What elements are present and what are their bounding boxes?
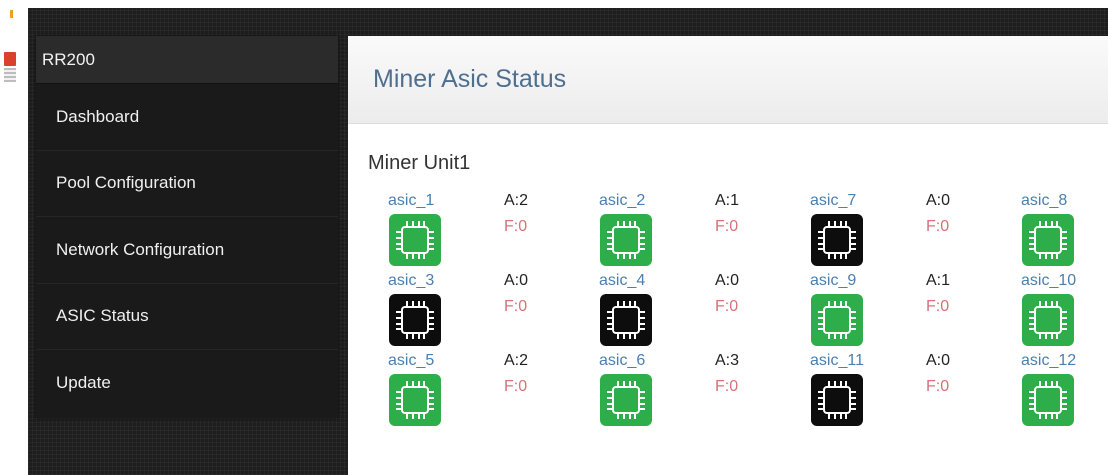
asic-failed-count: F:0 — [715, 218, 739, 235]
chip-icon-svg — [396, 221, 434, 259]
asic-failed-count: F:0 — [715, 378, 739, 395]
browser-extension-icon — [4, 52, 16, 84]
page-title: Miner Asic Status — [348, 36, 1108, 124]
asic-failed-count: F:0 — [504, 298, 528, 315]
chip-icon[interactable] — [389, 294, 441, 346]
asic-failed-count: F:0 — [926, 298, 950, 315]
asic-cell: asic_9 A:1 F:0 — [810, 272, 950, 350]
asic-name-link[interactable]: asic_6 — [599, 352, 645, 370]
asic-name-link[interactable]: asic_4 — [599, 272, 645, 290]
sidebar-item-label: Network Configuration — [56, 239, 225, 259]
chip-icon[interactable] — [811, 374, 863, 426]
asic-accepted-count: A:3 — [715, 352, 740, 369]
sidebar-item-pool-configuration[interactable]: Pool Configuration — [36, 151, 338, 217]
main-panel: Miner Asic Status Miner Unit1 asic_1 A:2 F… — [348, 36, 1108, 475]
gutter-marker-icon — [10, 10, 13, 18]
sidebar-item-update[interactable]: Update — [36, 350, 338, 417]
chip-icon[interactable] — [1022, 294, 1074, 346]
left-gutter — [0, 8, 28, 475]
asic-failed-count: F:0 — [926, 218, 950, 235]
sidebar-item-dashboard[interactable]: Dashboard — [36, 84, 338, 151]
chip-icon-svg — [607, 381, 645, 419]
chip-icon[interactable] — [600, 294, 652, 346]
asic-cell: asic_3 A:0 F:0 — [388, 272, 528, 350]
chip-icon-svg — [818, 221, 856, 259]
chip-icon-svg — [396, 301, 434, 339]
chip-icon-svg — [396, 381, 434, 419]
sidebar-item-network-configuration[interactable]: Network Configuration — [36, 217, 338, 284]
asic-cell: asic_11 A:0 F:0 — [810, 352, 950, 430]
asic-failed-count: F:0 — [926, 378, 950, 395]
asic-cell: asic_6 A:3 F:0 — [599, 352, 739, 430]
chip-icon-svg — [1029, 301, 1067, 339]
asic-name-link[interactable]: asic_11 — [810, 352, 864, 370]
unit-title: Miner Unit1 — [368, 152, 471, 174]
chip-icon[interactable] — [600, 374, 652, 426]
asic-accepted-count: A:2 — [504, 192, 529, 209]
chip-icon-svg — [818, 381, 856, 419]
asic-accepted-count: A:0 — [926, 352, 951, 369]
asic-accepted-count: A:0 — [715, 272, 740, 289]
chip-icon[interactable] — [1022, 214, 1074, 266]
asic-name-link[interactable]: asic_10 — [1021, 272, 1076, 290]
asic-name-link[interactable]: asic_1 — [388, 192, 434, 210]
asic-cell: asic_10 — [1021, 272, 1108, 350]
asic-cell: asic_7 A:0 F:0 — [810, 192, 950, 270]
chip-icon-svg — [607, 221, 645, 259]
asic-cell: asic_2 A:1 F:0 — [599, 192, 739, 270]
chip-icon[interactable] — [389, 374, 441, 426]
sidebar-item-label: ASIC Status — [56, 306, 149, 326]
chip-icon[interactable] — [389, 214, 441, 266]
chip-icon[interactable] — [1022, 374, 1074, 426]
asic-name-link[interactable]: asic_3 — [388, 272, 434, 290]
asic-name-link[interactable]: asic_2 — [599, 192, 645, 210]
asic-accepted-count: A:1 — [926, 272, 951, 289]
chip-icon-svg — [1029, 221, 1067, 259]
top-strip — [0, 0, 1108, 8]
asic-name-link[interactable]: asic_9 — [810, 272, 856, 290]
asic-failed-count: F:0 — [504, 378, 528, 395]
asic-name-link[interactable]: asic_5 — [388, 352, 434, 370]
asic-cell: asic_4 A:0 F:0 — [599, 272, 739, 350]
asic-accepted-count: A:2 — [504, 352, 529, 369]
asic-name-link[interactable]: asic_8 — [1021, 192, 1067, 210]
chip-icon[interactable] — [600, 214, 652, 266]
asic-name-link[interactable]: asic_7 — [810, 192, 856, 210]
asic-accepted-count: A:1 — [715, 192, 740, 209]
sidebar-item-asic-status[interactable]: ASIC Status — [36, 284, 338, 350]
chip-icon-svg — [818, 301, 856, 339]
chip-icon-svg — [607, 301, 645, 339]
sidebar-item-label: Pool Configuration — [56, 173, 196, 193]
sidebar-item-label: Update — [56, 373, 111, 393]
chip-icon-svg — [1029, 381, 1067, 419]
chip-icon[interactable] — [811, 214, 863, 266]
brand-title: RR200 — [36, 36, 338, 84]
asic-accepted-count: A:0 — [926, 192, 951, 209]
asic-cell: asic_12 — [1021, 352, 1108, 430]
sidebar-item-label: Dashboard — [56, 106, 140, 126]
asic-failed-count: F:0 — [504, 218, 528, 235]
asic-cell: asic_8 — [1021, 192, 1108, 270]
asic-name-link[interactable]: asic_12 — [1021, 352, 1076, 370]
chip-icon[interactable] — [811, 294, 863, 346]
asic-cell: asic_1 A:2 F:0 — [388, 192, 528, 270]
asic-accepted-count: A:0 — [504, 272, 529, 289]
sidebar: RR200 Dashboard Pool Configuration Netwo… — [36, 36, 338, 418]
asic-cell: asic_5 A:2 F:0 — [388, 352, 528, 430]
asic-failed-count: F:0 — [715, 298, 739, 315]
